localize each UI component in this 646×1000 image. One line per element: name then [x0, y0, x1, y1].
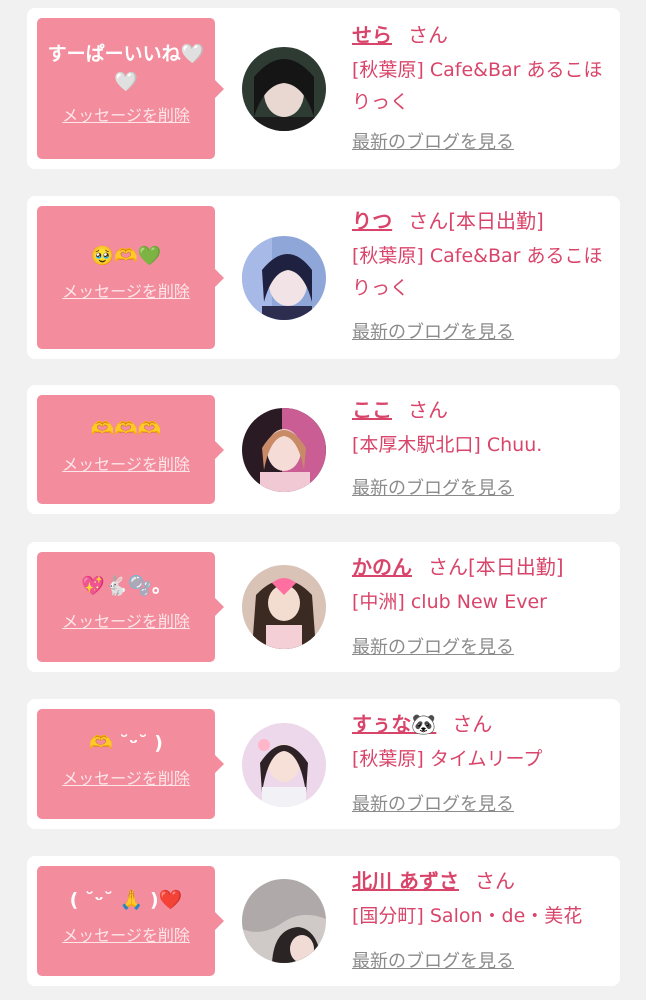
message-bubble: ( ˘ᵕ˘ 🙏 )❤️ メッセージを削除: [37, 866, 224, 976]
message-text: すーぱーいいね🤍🤍: [47, 43, 205, 93]
name-line: かのん さん[本日出勤]: [352, 552, 612, 582]
message-card: 🫶 ˘ᵕ˘ ) メッセージを削除 すぅな🐼 さん [秋葉原] タイムリープ 最新の…: [27, 699, 620, 829]
message-text: 💖🐇🫧。: [81, 575, 171, 597]
latest-blog-link[interactable]: 最新のブログを見る: [352, 131, 514, 155]
shop-name: [本厚木駅北口] Chuu.: [352, 434, 543, 456]
latest-blog-link[interactable]: 最新のブログを見る: [352, 477, 514, 501]
name-line: すぅな🐼 さん: [352, 709, 612, 739]
avatar[interactable]: [242, 408, 326, 492]
cast-name-link[interactable]: かのん: [352, 555, 412, 579]
avatar-photo: [242, 879, 326, 963]
message-card: ( ˘ᵕ˘ 🙏 )❤️ メッセージを削除 北川 あずさ さん [国分町] Salo…: [27, 856, 620, 986]
avatar-photo: [242, 565, 326, 649]
name-line: りつ さん[本日出勤]: [352, 206, 612, 236]
honorific: さん: [408, 209, 449, 233]
message-list: すーぱーいいね🤍🤍 メッセージを削除 せら さん [秋葉原] Cafe&Bar あ…: [0, 0, 646, 1000]
status-badge: [本日出勤]: [468, 555, 564, 579]
shop-name: [国分町] Salon・de・美花: [352, 905, 583, 927]
message-bubble: 💖🐇🫧。 メッセージを削除: [37, 552, 224, 662]
honorific: さん: [408, 23, 448, 47]
delete-message-button[interactable]: メッセージを削除: [62, 922, 190, 946]
cast-name-link[interactable]: せら: [352, 23, 392, 47]
cast-info: すぅな🐼 さん [秋葉原] タイムリープ: [352, 709, 612, 775]
cast-name-link[interactable]: すぅな🐼: [352, 712, 436, 736]
message-text: 🫶🫶🫶: [90, 418, 162, 440]
latest-blog-link[interactable]: 最新のブログを見る: [352, 950, 514, 974]
message-bubble: 🥹🫶💚 メッセージを削除: [37, 206, 224, 349]
message-text: 🥹🫶💚: [90, 245, 162, 267]
shop-name: [中洲] club New Ever: [352, 591, 547, 613]
shop-name: [秋葉原] Cafe&Bar あるこほりっく: [352, 59, 603, 113]
avatar-photo: [242, 723, 326, 807]
honorific: さん: [452, 712, 493, 736]
cast-info: せら さん [秋葉原] Cafe&Bar あるこほりっく: [352, 20, 612, 118]
latest-blog-link[interactable]: 最新のブログを見る: [352, 321, 514, 345]
avatar-photo: [242, 47, 326, 131]
latest-blog-link[interactable]: 最新のブログを見る: [352, 793, 514, 817]
cast-info: かのん さん[本日出勤] [中洲] club New Ever: [352, 552, 612, 618]
avatar[interactable]: [242, 47, 326, 131]
delete-message-button[interactable]: メッセージを削除: [62, 765, 190, 789]
message-card: 🥹🫶💚 メッセージを削除 りつ さん[本日出勤] [秋葉原] Cafe&Bar あ…: [27, 196, 620, 359]
delete-message-button[interactable]: メッセージを削除: [62, 102, 190, 126]
message-text: 🫶 ˘ᵕ˘ ): [89, 732, 163, 754]
cast-name-link[interactable]: 北川 あずさ: [352, 869, 459, 893]
message-bubble: 🫶🫶🫶 メッセージを削除: [37, 395, 224, 504]
avatar-photo: [242, 236, 326, 320]
honorific: さん: [408, 398, 448, 422]
avatar[interactable]: [242, 565, 326, 649]
cast-info: ここ さん [本厚木駅北口] Chuu.: [352, 395, 612, 461]
cast-info: りつ さん[本日出勤] [秋葉原] Cafe&Bar あるこほりっく: [352, 206, 612, 304]
message-card: すーぱーいいね🤍🤍 メッセージを削除 せら さん [秋葉原] Cafe&Bar あ…: [27, 8, 620, 169]
avatar-photo: [242, 408, 326, 492]
delete-message-button[interactable]: メッセージを削除: [62, 451, 190, 475]
name-line: 北川 あずさ さん: [352, 866, 612, 896]
cast-name-link[interactable]: りつ: [352, 209, 392, 233]
honorific: さん: [474, 869, 515, 893]
message-card: 🫶🫶🫶 メッセージを削除 ここ さん [本厚木駅北口] Chuu. 最新のブログを…: [27, 385, 620, 514]
name-line: ここ さん: [352, 395, 612, 425]
delete-message-button[interactable]: メッセージを削除: [62, 278, 190, 302]
message-bubble: 🫶 ˘ᵕ˘ ) メッセージを削除: [37, 709, 224, 819]
name-line: せら さん: [352, 20, 612, 50]
message-text: ( ˘ᵕ˘ 🙏 )❤️: [69, 889, 183, 911]
message-card: 💖🐇🫧。 メッセージを削除 かのん さん[本日出勤] [中洲] club New …: [27, 542, 620, 672]
shop-name: [秋葉原] Cafe&Bar あるこほりっく: [352, 245, 603, 299]
cast-info: 北川 あずさ さん [国分町] Salon・de・美花: [352, 866, 612, 932]
cast-name-link[interactable]: ここ: [352, 398, 392, 422]
message-bubble: すーぱーいいね🤍🤍 メッセージを削除: [37, 18, 224, 159]
status-badge: [本日出勤]: [448, 209, 544, 233]
delete-message-button[interactable]: メッセージを削除: [62, 608, 190, 632]
avatar[interactable]: [242, 879, 326, 963]
latest-blog-link[interactable]: 最新のブログを見る: [352, 636, 514, 660]
honorific: さん: [428, 555, 468, 579]
avatar[interactable]: [242, 236, 326, 320]
shop-name: [秋葉原] タイムリープ: [352, 748, 543, 770]
avatar[interactable]: [242, 723, 326, 807]
